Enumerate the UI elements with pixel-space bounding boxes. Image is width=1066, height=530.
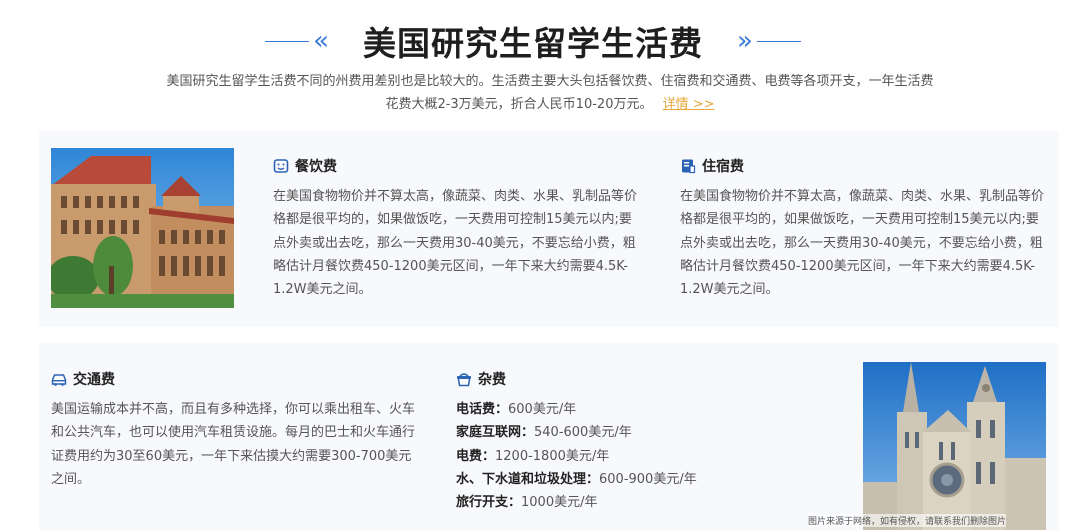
misc-item-value: 600-900美元/年 [599, 471, 697, 487]
right-deco-line [756, 40, 801, 42]
housing-title: 住宿费 [702, 156, 748, 177]
misc-header: 杂费 [456, 368, 836, 390]
intro-line-2-text: 花费大概2-3万美元，折合人民币10-20万元。 [385, 97, 653, 112]
transport-misc-panel: 交通费 美国运输成本并不高，而且有多种选择，你可以乘出租车、火车和公共汽车，也可… [39, 343, 1059, 530]
double-chevron-left-icon: « [313, 26, 329, 56]
transport-header: 交通费 [51, 368, 421, 390]
double-chevron-right-icon: » [737, 26, 753, 56]
housing-section: 住宿费 在美国食物物价并不算太高，像蔬菜、肉类、水果、乳制品等价格都是很平均的，… [680, 155, 1050, 301]
left-decoration: « [265, 28, 333, 54]
misc-item-value: 540-600美元/年 [534, 425, 632, 441]
details-link[interactable]: 详情 >> [663, 97, 715, 112]
intro-line-2: 花费大概2-3万美元，折合人民币10-20万元。 详情 >> [140, 93, 960, 116]
misc-item: 旅行开支：1000美元/年 [456, 491, 836, 514]
misc-item: 水、下水道和垃圾处理：600-900美元/年 [456, 468, 836, 491]
transport-title: 交通费 [73, 369, 119, 390]
housing-description: 在美国食物物价并不算太高，像蔬菜、肉类、水果、乳制品等价格都是很平均的，如果做饭… [680, 189, 1045, 298]
food-title: 餐饮费 [295, 156, 341, 177]
gothic-church-photo [863, 362, 1046, 530]
right-decoration: » [733, 28, 801, 54]
title-row: « 美国研究生留学生活费 » [0, 18, 1066, 64]
intro-line-1: 美国研究生留学生活费不同的州费用差别也是比较大的。生活费主要大头包括餐饮费、住宿… [166, 74, 934, 89]
misc-item-value: 1000美元/年 [521, 495, 598, 511]
misc-item: 电费：1200-1800美元/年 [456, 445, 836, 468]
basket-icon [456, 371, 472, 387]
misc-item: 电话费：600美元/年 [456, 398, 836, 421]
left-deco-line [265, 40, 310, 42]
car-icon [51, 371, 67, 387]
misc-item-label: 旅行开支： [456, 495, 522, 511]
header: « 美国研究生留学生活费 » 美国研究生留学生活费不同的州费用差别也是比较大的。… [0, 0, 1066, 125]
misc-item-value: 600美元/年 [508, 402, 577, 417]
food-section: 餐饮费 在美国食物物价并不算太高，像蔬菜、肉类、水果、乳制品等价格都是很平均的，… [273, 155, 643, 301]
food-description: 在美国食物物价并不算太高，像蔬菜、肉类、水果、乳制品等价格都是很平均的，如果做饭… [273, 189, 638, 298]
smile-food-icon [273, 158, 289, 174]
building-icon [680, 158, 696, 174]
transport-section: 交通费 美国运输成本并不高，而且有多种选择，你可以乘出租车、火车和公共汽车，也可… [51, 368, 421, 491]
misc-section: 杂费 电话费：600美元/年 家庭互联网：540-600美元/年 电费：1200… [456, 368, 836, 514]
misc-item-label: 家庭互联网： [456, 425, 535, 441]
misc-item: 家庭互联网：540-600美元/年 [456, 421, 836, 444]
misc-title: 杂费 [478, 369, 510, 390]
misc-item-label: 电话费： [456, 402, 509, 417]
misc-item-label: 水、下水道和垃圾处理： [456, 471, 600, 487]
misc-item-value: 1200-1800美元/年 [495, 448, 610, 464]
misc-item-label: 电费： [456, 448, 496, 464]
transport-description: 美国运输成本并不高，而且有多种选择，你可以乘出租车、火车和公共汽车，也可以使用汽… [51, 402, 416, 487]
image-caption: 图片来源于网络，如有侵权，请联系我们删除图片 [808, 514, 1007, 527]
housing-header: 住宿费 [680, 155, 1050, 177]
page-title: 美国研究生留学生活费 [363, 24, 703, 63]
food-header: 餐饮费 [273, 155, 643, 177]
food-housing-panel: 餐饮费 在美国食物物价并不算太高，像蔬菜、肉类、水果、乳制品等价格都是很平均的，… [39, 131, 1059, 327]
intro-text: 美国研究生留学生活费不同的州费用差别也是比较大的。生活费主要大头包括餐饮费、住宿… [140, 70, 960, 116]
campus-building-photo [51, 148, 234, 308]
